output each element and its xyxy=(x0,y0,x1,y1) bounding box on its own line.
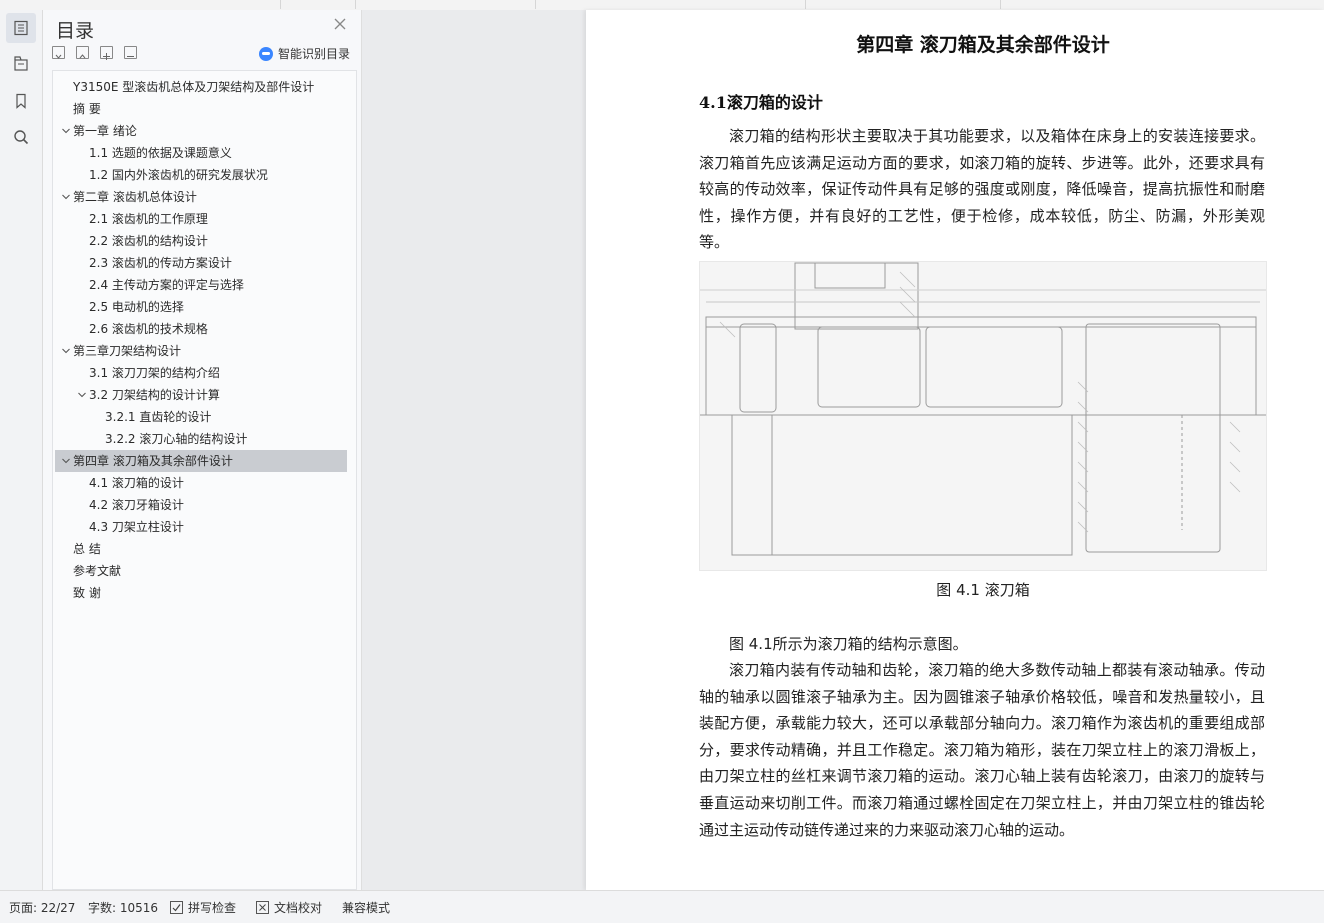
toc-item[interactable]: 4.3 刀架立柱设计 xyxy=(53,516,343,538)
toc-item-label: 3.2 刀架结构的设计计算 xyxy=(89,388,220,402)
collapse-all-icon[interactable] xyxy=(52,46,65,59)
toolbar-divider xyxy=(355,0,356,9)
compat-mode-label[interactable]: 兼容模式 xyxy=(342,899,390,916)
toc-item[interactable]: 总 结 xyxy=(53,538,343,560)
toc-item-label: 2.5 电动机的选择 xyxy=(89,300,184,314)
smart-toc-button[interactable]: 智能识别目录 xyxy=(259,45,350,62)
toc-item-label: 摘 要 xyxy=(73,102,101,116)
toc-panel: 目录 智能识别目录 Y3150E 型滚齿机总体及刀架结构及部件设计摘 要第一章 … xyxy=(43,10,362,890)
left-icon-bar xyxy=(0,10,43,890)
toolbar-divider xyxy=(1000,0,1001,9)
figure-image xyxy=(699,261,1267,571)
toc-item-label: 致 谢 xyxy=(73,586,101,600)
remove-heading-icon[interactable] xyxy=(124,46,137,59)
toc-item[interactable]: 2.2 滚齿机的结构设计 xyxy=(53,230,343,252)
toc-item[interactable]: 第三章刀架结构设计 xyxy=(53,340,343,362)
toc-item[interactable]: 3.1 滚刀刀架的结构介绍 xyxy=(53,362,343,384)
toc-item[interactable]: 摘 要 xyxy=(53,98,343,120)
toc-item[interactable]: 4.1 滚刀箱的设计 xyxy=(53,472,343,494)
toc-item-label: 3.1 滚刀刀架的结构介绍 xyxy=(89,366,220,380)
spell-check-icon xyxy=(170,901,183,914)
chapter-title: 第四章 滚刀箱及其余部件设计 xyxy=(856,34,1110,56)
toc-item-label: 第四章 滚刀箱及其余部件设计 xyxy=(73,454,233,468)
toc-item-label: 3.2.2 滚刀心轴的结构设计 xyxy=(105,432,248,446)
toolbar-divider xyxy=(280,0,281,9)
toc-item-label: 2.3 滚齿机的传动方案设计 xyxy=(89,256,232,270)
toc-item[interactable]: 2.1 滚齿机的工作原理 xyxy=(53,208,343,230)
document-page: 第四章 滚刀箱及其余部件设计 4.1滚刀箱的设计 滚刀箱的结构形状主要取决于其功… xyxy=(586,10,1324,890)
toc-item[interactable]: 2.3 滚齿机的传动方案设计 xyxy=(53,252,343,274)
paragraph-3-text: 滚刀箱内装有传动轴和齿轮，滚刀箱的绝大多数传动轴上都装有滚动轴承。传动轴的轴承以… xyxy=(699,661,1265,839)
spell-check-button[interactable]: 拼写检查 xyxy=(170,899,236,916)
toc-list: Y3150E 型滚齿机总体及刀架结构及部件设计摘 要第一章 绪论 1.1 选题的依… xyxy=(52,70,357,890)
close-icon[interactable] xyxy=(333,16,349,32)
toc-item[interactable]: 3.2.1 直齿轮的设计 xyxy=(53,406,343,428)
toc-item[interactable]: 1.2 国内外滚齿机的研究发展状况 xyxy=(53,164,343,186)
cad-drawing-figure xyxy=(700,262,1266,570)
toc-item-label: 1.2 国内外滚齿机的研究发展状况 xyxy=(89,168,268,182)
toc-item-label: 2.4 主传动方案的评定与选择 xyxy=(89,278,244,292)
section-title: 4.1滚刀箱的设计 xyxy=(699,93,823,112)
paragraph-1-text: 滚刀箱的结构形状主要取决于其功能要求，以及箱体在床身上的安装连接要求。滚刀箱首先… xyxy=(699,127,1265,252)
toolbar-divider xyxy=(535,0,536,9)
spell-check-label: 拼写检查 xyxy=(188,901,237,915)
add-heading-icon[interactable] xyxy=(100,46,113,60)
page-indicator[interactable]: 页面: 22/27 xyxy=(9,899,75,916)
paragraph-2: 图 4.1所示为滚刀箱的结构示意图。 xyxy=(699,631,1265,658)
toc-item-label: 2.2 滚齿机的结构设计 xyxy=(89,234,208,248)
toc-item-label: 4.1 滚刀箱的设计 xyxy=(89,476,184,490)
toc-item-label: 第三章刀架结构设计 xyxy=(73,344,182,358)
navigation-tree-icon[interactable] xyxy=(6,49,36,79)
toc-item[interactable]: 第四章 滚刀箱及其余部件设计 xyxy=(55,450,347,472)
paragraph-1: 滚刀箱的结构形状主要取决于其功能要求，以及箱体在床身上的安装连接要求。滚刀箱首先… xyxy=(699,123,1265,256)
toc-item[interactable]: 第一章 绪论 xyxy=(53,120,343,142)
toc-item-label: 2.1 滚齿机的工作原理 xyxy=(89,212,208,226)
toc-item[interactable]: 致 谢 xyxy=(53,582,343,604)
bookmark-icon[interactable] xyxy=(6,86,36,116)
figure-caption: 图 4.1 滚刀箱 xyxy=(936,581,1030,599)
proofread-icon xyxy=(256,901,269,914)
toc-item-label: 2.6 滚齿机的技术规格 xyxy=(89,322,208,336)
expand-all-icon[interactable] xyxy=(76,46,89,59)
paragraph-3: 滚刀箱内装有传动轴和齿轮，滚刀箱的绝大多数传动轴上都装有滚动轴承。传动轴的轴承以… xyxy=(699,657,1265,843)
proofread-button[interactable]: 文档校对 xyxy=(256,899,322,916)
toc-item[interactable]: 4.2 滚刀牙箱设计 xyxy=(53,494,343,516)
toc-title: 目录 xyxy=(56,20,95,42)
toc-item[interactable]: 3.2.2 滚刀心轴的结构设计 xyxy=(53,428,343,450)
smart-toc-label: 智能识别目录 xyxy=(278,47,351,61)
ai-icon xyxy=(259,46,273,61)
toc-item[interactable]: 1.1 选题的依据及课题意义 xyxy=(53,142,343,164)
toc-item[interactable]: 第二章 滚齿机总体设计 xyxy=(53,186,343,208)
toc-item[interactable]: 2.5 电动机的选择 xyxy=(53,296,343,318)
toc-item-label: 1.1 选题的依据及课题意义 xyxy=(89,146,232,160)
toc-item[interactable]: Y3150E 型滚齿机总体及刀架结构及部件设计 xyxy=(53,76,343,98)
document-background xyxy=(362,10,586,890)
toc-item[interactable]: 3.2 刀架结构的设计计算 xyxy=(53,384,343,406)
toc-icon[interactable] xyxy=(6,13,36,43)
toc-item[interactable]: 2.4 主传动方案的评定与选择 xyxy=(53,274,343,296)
proofread-label: 文档校对 xyxy=(274,901,323,915)
toc-item[interactable]: 参考文献 xyxy=(53,560,343,582)
paragraph-2-text: 图 4.1所示为滚刀箱的结构示意图。 xyxy=(729,635,968,653)
toc-item-label: 4.3 刀架立柱设计 xyxy=(89,520,184,534)
status-bar: 页面: 22/27 字数: 10516 拼写检查 文档校对 兼容模式 xyxy=(0,890,1324,923)
toc-item-label: 4.2 滚刀牙箱设计 xyxy=(89,498,184,512)
toc-item-label: Y3150E 型滚齿机总体及刀架结构及部件设计 xyxy=(73,80,315,94)
toc-item[interactable]: 2.6 滚齿机的技术规格 xyxy=(53,318,343,340)
toc-item-label: 参考文献 xyxy=(73,564,122,578)
toc-item-label: 3.2.1 直齿轮的设计 xyxy=(105,410,212,424)
search-icon[interactable] xyxy=(6,122,36,152)
toc-item-label: 第二章 滚齿机总体设计 xyxy=(73,190,197,204)
word-count[interactable]: 字数: 10516 xyxy=(88,899,158,916)
toc-item-label: 第一章 绪论 xyxy=(73,124,137,138)
toolbar-divider xyxy=(805,0,806,9)
toc-item-label: 总 结 xyxy=(73,542,101,556)
